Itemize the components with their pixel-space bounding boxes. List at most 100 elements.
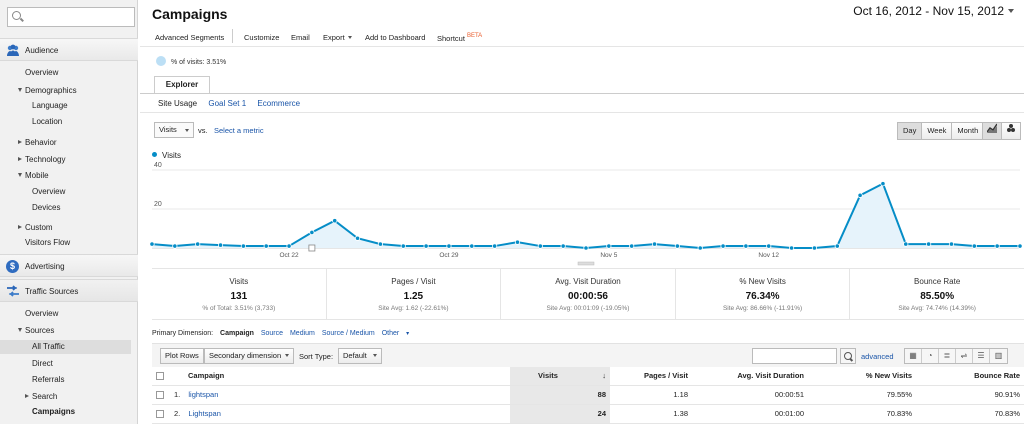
- chart-legend: Visits: [152, 151, 181, 160]
- sidebar-item-language[interactable]: Language: [0, 99, 131, 113]
- table-view-toggle: ▦ ◔ ≣ ⇌ ☰ ▥: [904, 348, 1008, 364]
- subtab-ecommerce[interactable]: Ecommerce: [257, 99, 300, 108]
- bounce-rate-cell: 90.91%: [916, 385, 1024, 405]
- plot-rows-button[interactable]: Plot Rows: [160, 348, 204, 364]
- col-avg-visit-duration[interactable]: Avg. Visit Duration: [692, 367, 808, 386]
- date-range-picker[interactable]: Oct 16, 2012 - Nov 15, 2012: [853, 4, 1014, 18]
- sidebar-item-location[interactable]: Location: [0, 115, 131, 129]
- stat-label: % New Visits: [739, 277, 786, 286]
- sidebar-section-advertising[interactable]: $ Advertising: [0, 254, 138, 277]
- table-header-row: Campaign Visits ↓ Pages / Visit Avg. Visi…: [152, 367, 1024, 386]
- dimension-source[interactable]: Source: [261, 330, 283, 337]
- duration-cell: 00:00:51: [692, 385, 808, 405]
- sidebar-item-overview[interactable]: Overview: [0, 66, 131, 80]
- sidebar-search-input[interactable]: [7, 7, 135, 27]
- advanced-segments-button[interactable]: Advanced Segments: [155, 33, 224, 42]
- week-button[interactable]: Week: [922, 123, 953, 139]
- sidebar-item-campaigns[interactable]: Campaigns: [0, 405, 131, 419]
- data-point: [286, 243, 292, 249]
- subtab-site-usage[interactable]: Site Usage: [158, 99, 197, 108]
- data-point: [263, 243, 269, 249]
- x-tick-label: Nov 12: [758, 252, 779, 259]
- secondary-dimension-select[interactable]: Secondary dimension: [204, 348, 295, 364]
- sidebar-item-label: Search: [32, 392, 58, 401]
- visits-cell: 88: [510, 385, 610, 405]
- sidebar-section-audience[interactable]: Audience: [0, 38, 138, 61]
- metric-select[interactable]: Visits: [154, 122, 194, 138]
- stat-site-avg: Site Avg: 86.66% (-11.91%): [722, 305, 803, 312]
- dimension-medium[interactable]: Medium: [290, 330, 315, 337]
- data-point: [354, 235, 361, 241]
- sidebar-item-visitors-flow[interactable]: Visitors Flow: [0, 236, 131, 250]
- chevron-down-icon: [373, 354, 377, 359]
- stat-label: Pages / Visit: [391, 277, 436, 286]
- table-search-button[interactable]: [840, 348, 856, 364]
- stat-1: Pages / Visit 1.25 Site Avg: 1.62 (-22.61%…: [327, 269, 502, 319]
- sidebar-item-technology[interactable]: Technology: [0, 153, 131, 167]
- tab-explorer[interactable]: Explorer: [154, 76, 210, 94]
- drag-handle: [308, 244, 316, 252]
- performance-view-icon[interactable]: ≣: [939, 349, 956, 363]
- day-button[interactable]: Day: [898, 123, 923, 139]
- subtab-goal-set-1[interactable]: Goal Set 1: [208, 99, 246, 108]
- resize-handle: [577, 261, 595, 266]
- col-new-visits[interactable]: % New Visits: [808, 367, 916, 386]
- dimension-source-medium[interactable]: Source / Medium: [322, 330, 375, 337]
- export-button[interactable]: Export: [323, 33, 352, 42]
- sidebar-item-sources[interactable]: Sources: [0, 324, 131, 338]
- stat-2: Avg. Visit Duration 00:00:56 Site Avg: 00:…: [501, 269, 676, 319]
- pie-view-icon[interactable]: ◔: [922, 349, 939, 363]
- select-metric-link[interactable]: Select a metric: [214, 126, 264, 135]
- sidebar-item-mobile-overview[interactable]: Overview: [0, 185, 131, 199]
- sidebar-item-mobile[interactable]: Mobile: [0, 169, 131, 183]
- add-to-dashboard-button[interactable]: Add to Dashboard: [365, 33, 425, 42]
- area-fill: [152, 183, 1020, 248]
- sidebar-item-demographics[interactable]: Demographics: [0, 84, 131, 98]
- sidebar-item-search[interactable]: Search: [0, 390, 131, 404]
- campaign-link[interactable]: Lightspan: [188, 409, 221, 418]
- line-chart-button[interactable]: [983, 123, 1002, 139]
- data-point: [720, 243, 726, 249]
- metric-select-label: Visits: [159, 125, 177, 134]
- sidebar-item-referrals[interactable]: Referrals: [0, 373, 131, 387]
- comparison-view-icon[interactable]: ⇌: [956, 349, 973, 363]
- term-cloud-view-icon[interactable]: ☰: [973, 349, 990, 363]
- customize-button[interactable]: Customize: [244, 33, 279, 42]
- stat-value: 85.50%: [920, 291, 955, 302]
- data-point: [492, 243, 498, 249]
- summary-stats: Visits 131 % of Total: 3.51% (3,733) Pages …: [152, 268, 1024, 320]
- dimension-other[interactable]: Other ▾: [382, 330, 414, 337]
- sidebar-section-traffic-sources[interactable]: Traffic Sources: [0, 279, 138, 302]
- col-pages-visit[interactable]: Pages / Visit: [610, 367, 692, 386]
- advanced-filter-link[interactable]: advanced: [861, 352, 894, 361]
- sidebar-item-devices[interactable]: Devices: [0, 201, 131, 215]
- pages-visit-cell: 1.18: [610, 385, 692, 405]
- explorer-subtabs: Site Usage Goal Set 1 Ecommerce: [158, 99, 309, 108]
- expand-down-icon: [18, 328, 22, 332]
- row-checkbox[interactable]: [156, 391, 164, 399]
- sidebar-item-traffic-overview[interactable]: Overview: [0, 307, 131, 321]
- motion-chart-button[interactable]: [1002, 123, 1020, 139]
- sidebar-item-all-traffic[interactable]: All Traffic: [0, 340, 131, 354]
- stat-4: Bounce Rate 85.50% Site Avg: 74.74% (14.39…: [850, 269, 1024, 319]
- shortcut-button[interactable]: Shortcut BETA: [437, 33, 482, 43]
- col-visits[interactable]: Visits ↓: [510, 367, 610, 386]
- campaign-link[interactable]: lightspan: [188, 390, 218, 399]
- table-search-input[interactable]: [752, 348, 837, 364]
- month-button[interactable]: Month: [952, 123, 983, 139]
- row-checkbox[interactable]: [156, 410, 164, 418]
- tab-divider: [140, 93, 1024, 94]
- data-table-view-icon[interactable]: ▦: [905, 349, 922, 363]
- col-campaign[interactable]: Campaign: [168, 367, 510, 386]
- select-all-checkbox[interactable]: [156, 372, 164, 381]
- dimension-campaign[interactable]: Campaign: [220, 330, 254, 337]
- sidebar-item-custom[interactable]: Custom: [0, 221, 131, 235]
- sidebar-item-direct[interactable]: Direct: [0, 357, 131, 371]
- pivot-view-icon[interactable]: ▥: [990, 349, 1007, 363]
- stat-site-avg: Site Avg: 1.62 (-22.61%): [378, 305, 449, 312]
- email-button[interactable]: Email: [291, 33, 310, 42]
- dollar-icon: $: [6, 260, 19, 273]
- col-bounce-rate[interactable]: Bounce Rate: [916, 367, 1024, 386]
- sort-type-select[interactable]: Default: [338, 348, 382, 364]
- sidebar-item-behavior[interactable]: Behavior: [0, 136, 131, 150]
